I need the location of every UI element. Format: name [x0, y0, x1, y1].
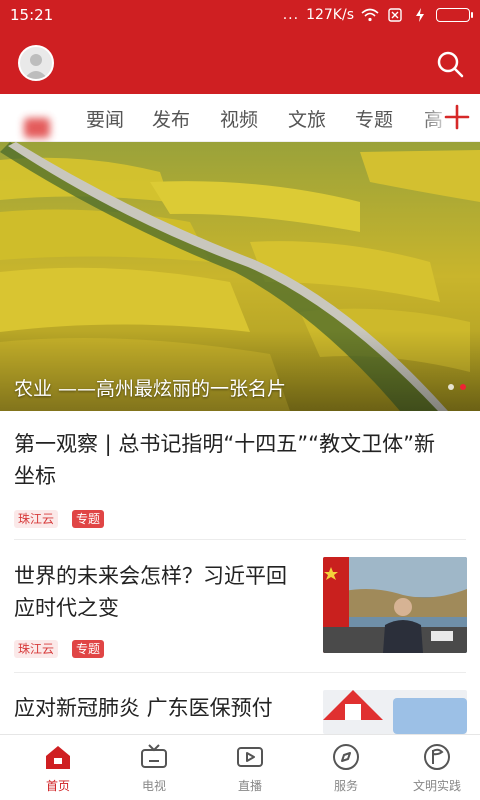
- plus-icon[interactable]: [444, 104, 470, 130]
- source-badge: 珠江云: [14, 640, 59, 658]
- status-bar: 15:21 ... 127K/s: [0, 0, 480, 30]
- banner-caption[interactable]: 农业 ——高州最炫丽的一张名片: [14, 374, 286, 401]
- news-title-line: 第一观察 | 总书记指明“十四五”“教文卫体”新: [14, 432, 435, 456]
- news-title-line: 应时代之变: [14, 596, 119, 620]
- user-avatar-icon[interactable]: [18, 45, 54, 81]
- topic-badge: 专题: [72, 640, 105, 658]
- tab-news[interactable]: 要闻: [86, 105, 124, 132]
- news-thumbnail[interactable]: [323, 690, 467, 734]
- nav-label: 电视: [141, 779, 166, 793]
- wifi-icon: [361, 8, 379, 22]
- tab-topics[interactable]: 专题: [355, 105, 393, 132]
- charging-icon: [416, 8, 424, 22]
- divider: [14, 672, 466, 673]
- divider: [14, 539, 466, 540]
- nav-label: 直播: [237, 779, 262, 793]
- nav-live[interactable]: 直播: [202, 735, 298, 800]
- nav-civilization-practice[interactable]: 文明实践: [394, 735, 480, 800]
- news-thumbnail[interactable]: [323, 557, 467, 653]
- banner-pager: [448, 384, 466, 390]
- battery-icon: [436, 8, 473, 22]
- app-header: [0, 30, 480, 94]
- bottom-nav: 首页 电视 直播 服务 文明实践: [0, 734, 480, 800]
- tv-icon: [141, 744, 167, 768]
- nav-tv[interactable]: 电视: [106, 735, 202, 800]
- tab-video[interactable]: 视频: [220, 105, 258, 132]
- status-time: 15:21: [10, 6, 54, 24]
- speech-photo: [323, 557, 467, 653]
- search-icon[interactable]: [436, 50, 464, 78]
- tab-culture-tourism[interactable]: 文旅: [288, 105, 326, 132]
- banner-image[interactable]: [0, 142, 480, 411]
- flag-icon: [424, 744, 450, 770]
- medical-card-photo: [323, 690, 467, 734]
- app-title: [190, 48, 290, 76]
- news-item-title[interactable]: 应对新冠肺炎 广东医保预付: [14, 692, 314, 724]
- news-item-title[interactable]: 第一观察 | 总书记指明“十四五”“教文卫体”新 坐标: [14, 428, 466, 492]
- nav-service[interactable]: 服务: [298, 735, 394, 800]
- nav-home[interactable]: 首页: [10, 735, 106, 800]
- tab-release[interactable]: 发布: [152, 105, 190, 132]
- live-video-icon: [237, 747, 263, 767]
- topic-badge: 专题: [72, 510, 105, 528]
- nav-label: 服务: [333, 779, 358, 793]
- pager-dot: [448, 384, 454, 390]
- nav-label: 文明实践: [412, 779, 461, 793]
- sim-icon: [388, 8, 402, 22]
- news-title-line: 坐标: [14, 464, 56, 488]
- network-speed: 127K/s: [306, 7, 354, 23]
- pager-dot-active: [460, 384, 466, 390]
- status-indicators: ... 127K/s: [282, 7, 473, 23]
- news-title-line: 世界的未来会怎样？习近平回: [14, 564, 287, 588]
- rice-field-image: [0, 142, 480, 411]
- news-item-title[interactable]: 世界的未来会怎样？习近平回 应时代之变: [14, 560, 314, 624]
- news-title-line: 应对新冠肺炎 广东医保预付: [14, 696, 273, 720]
- status-dots: ...: [282, 7, 300, 23]
- nav-label: 首页: [45, 779, 70, 793]
- source-badge: 珠江云: [14, 510, 59, 528]
- home-icon: [46, 746, 70, 769]
- compass-icon: [333, 744, 359, 770]
- tab-active-channel[interactable]: [24, 118, 50, 138]
